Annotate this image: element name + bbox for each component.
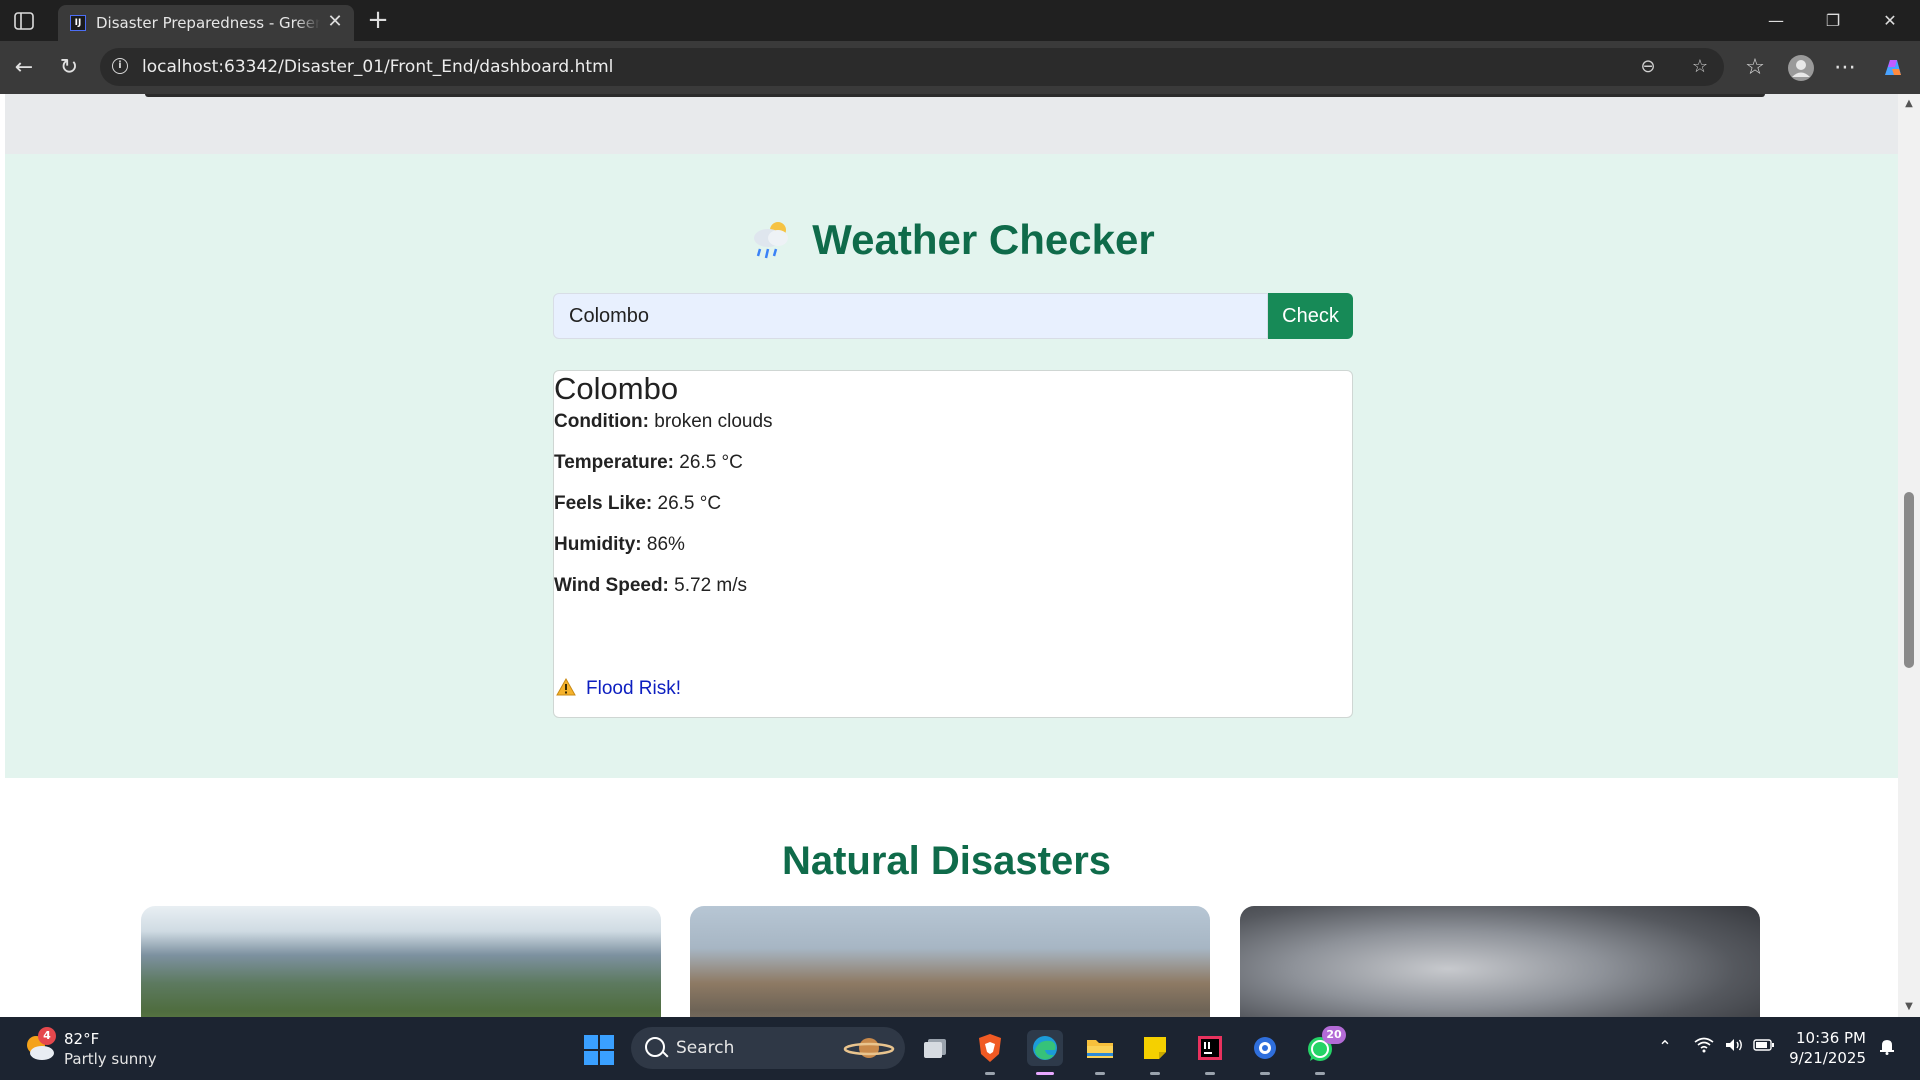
- more-options-icon[interactable]: ⋯: [1830, 53, 1860, 83]
- back-button[interactable]: ←: [9, 53, 39, 83]
- navbar-bottom-edge: [145, 94, 1765, 97]
- sticky-running-indicator: [1150, 1072, 1160, 1075]
- scroll-up-arrow-icon[interactable]: ▲: [1898, 94, 1920, 114]
- earthquake-card-image[interactable]: [690, 906, 1210, 1017]
- landslide-card-image[interactable]: [141, 906, 661, 1017]
- explorer-running-indicator: [1095, 1072, 1105, 1075]
- favorites-icon[interactable]: ☆: [1740, 53, 1770, 83]
- tab-actions-icon[interactable]: [12, 10, 36, 32]
- feels-like-row: Feels Like: 26.5 °C: [554, 493, 721, 515]
- site-info-icon[interactable]: i: [112, 58, 128, 74]
- saturn-highlight-icon: [843, 1034, 895, 1062]
- storm-card-image[interactable]: [1240, 906, 1760, 1017]
- weather-checker-heading: Weather Checker: [5, 216, 1898, 264]
- result-city-name: Colombo: [554, 371, 679, 406]
- url-text[interactable]: localhost:63342/Disaster_01/Front_End/da…: [142, 57, 613, 77]
- flood-risk-text: Flood Risk!: [586, 678, 682, 699]
- close-window-button[interactable]: ✕: [1870, 6, 1910, 36]
- profile-avatar-icon[interactable]: [1786, 53, 1816, 83]
- intellij-idea-icon[interactable]: [1192, 1030, 1228, 1075]
- condition-value: broken clouds: [654, 411, 773, 432]
- system-clock[interactable]: 10:36 PM 9/21/2025: [1786, 1028, 1866, 1068]
- reading-mode-icon[interactable]: ⊖: [1636, 55, 1660, 79]
- wind-speed-label: Wind Speed:: [554, 575, 669, 596]
- brave-browser-icon[interactable]: [972, 1030, 1008, 1075]
- reload-button[interactable]: ↻: [54, 53, 84, 83]
- page-viewport: Weather Checker Check Colombo Condition:…: [0, 94, 1898, 1017]
- humidity-row: Humidity: 86%: [554, 534, 685, 556]
- wind-speed-row: Wind Speed: 5.72 m/s: [554, 575, 747, 597]
- edge-browser-icon[interactable]: [1027, 1030, 1063, 1075]
- weather-description: Partly sunny: [64, 1050, 157, 1068]
- brave-running-indicator: [985, 1072, 995, 1075]
- minimize-button[interactable]: —: [1756, 6, 1796, 36]
- temperature-label: Temperature:: [554, 452, 675, 473]
- temperature-row: Temperature: 26.5 °C: [554, 452, 743, 474]
- whatsapp-running-indicator: [1315, 1072, 1325, 1075]
- weather-checker-section: Weather Checker Check Colombo Condition:…: [5, 154, 1898, 778]
- restore-button[interactable]: ❐: [1813, 6, 1853, 36]
- task-view-icon[interactable]: [918, 1030, 954, 1066]
- whatsapp-icon[interactable]: 20: [1302, 1026, 1346, 1075]
- tab-close-icon[interactable]: ✕: [324, 11, 346, 33]
- scrollbar-thumb[interactable]: [1904, 492, 1914, 668]
- condition-row: Condition: broken clouds: [554, 411, 773, 433]
- tab-title: Disaster Preparedness - Green Th: [96, 14, 320, 32]
- intellij-running-indicator: [1205, 1072, 1215, 1075]
- condition-label: Condition:: [554, 411, 649, 432]
- warning-icon: [556, 677, 576, 696]
- taskbar-search-box[interactable]: Search: [631, 1027, 905, 1069]
- intellij-favicon-icon: IJ: [70, 15, 86, 31]
- humidity-label: Humidity:: [554, 534, 642, 555]
- windows-start-icon[interactable]: [584, 1035, 614, 1065]
- humidity-value: 86%: [646, 534, 685, 555]
- temperature-value: 26.5 °C: [679, 452, 743, 473]
- city-search-input[interactable]: [553, 293, 1268, 339]
- page-scrollbar[interactable]: ▲ ▼: [1898, 94, 1920, 1017]
- volume-icon[interactable]: [1722, 1037, 1746, 1057]
- feels-like-value: 26.5 °C: [657, 493, 722, 514]
- search-icon: [645, 1037, 665, 1057]
- browser-title-bar: IJ Disaster Preparedness - Green Th ✕ + …: [0, 0, 1920, 41]
- address-bar[interactable]: i localhost:63342/Disaster_01/Front_End/…: [100, 48, 1724, 86]
- check-button[interactable]: Check: [1268, 293, 1353, 339]
- taskbar-search-label: Search: [676, 1038, 735, 1058]
- favorite-star-icon[interactable]: ☆: [1688, 55, 1712, 79]
- whatsapp-unread-badge: 20: [1322, 1026, 1346, 1044]
- wifi-icon[interactable]: [1692, 1037, 1716, 1057]
- new-tab-button[interactable]: +: [364, 6, 392, 34]
- browser-tab-active[interactable]: IJ Disaster Preparedness - Green Th ✕: [58, 5, 354, 41]
- wind-speed-value: 5.72 m/s: [674, 575, 748, 596]
- copilot-icon[interactable]: [1878, 53, 1908, 83]
- flood-risk-alert: Flood Risk!: [556, 677, 682, 700]
- weather-widget[interactable]: 4 82°F Partly sunny: [24, 1027, 204, 1069]
- weather-temperature: 82°F: [64, 1030, 100, 1048]
- rain-cloud-icon: [748, 216, 794, 262]
- weather-result-card: Colombo Condition: broken clouds Tempera…: [553, 370, 1353, 718]
- file-explorer-icon[interactable]: [1082, 1030, 1118, 1075]
- clock-date: 9/21/2025: [1789, 1049, 1866, 1067]
- clock-time: 10:36 PM: [1796, 1029, 1866, 1047]
- weather-checker-title: Weather Checker: [812, 216, 1155, 263]
- scroll-down-arrow-icon[interactable]: ▼: [1898, 997, 1920, 1017]
- weather-badge: 4: [38, 1027, 56, 1045]
- notifications-bell-icon[interactable]: [1875, 1037, 1899, 1059]
- sticky-notes-icon[interactable]: [1137, 1030, 1173, 1075]
- battery-icon[interactable]: [1752, 1037, 1776, 1056]
- edge-active-indicator: [1036, 1072, 1054, 1075]
- show-hidden-icons-chevron-up-icon[interactable]: ⌃: [1653, 1037, 1677, 1056]
- natural-disasters-heading: Natural Disasters: [781, 839, 1112, 883]
- navbar-area: [5, 94, 1898, 154]
- bluetooth-app-icon[interactable]: [1247, 1030, 1283, 1075]
- windows-taskbar: 4 82°F Partly sunny Search 20 ⌃ 10:36 PM…: [0, 1017, 1920, 1080]
- feels-like-label: Feels Like:: [554, 493, 653, 514]
- browser-toolbar: ← ↻ i localhost:63342/Disaster_01/Front_…: [0, 41, 1920, 94]
- app-running-indicator: [1260, 1072, 1270, 1075]
